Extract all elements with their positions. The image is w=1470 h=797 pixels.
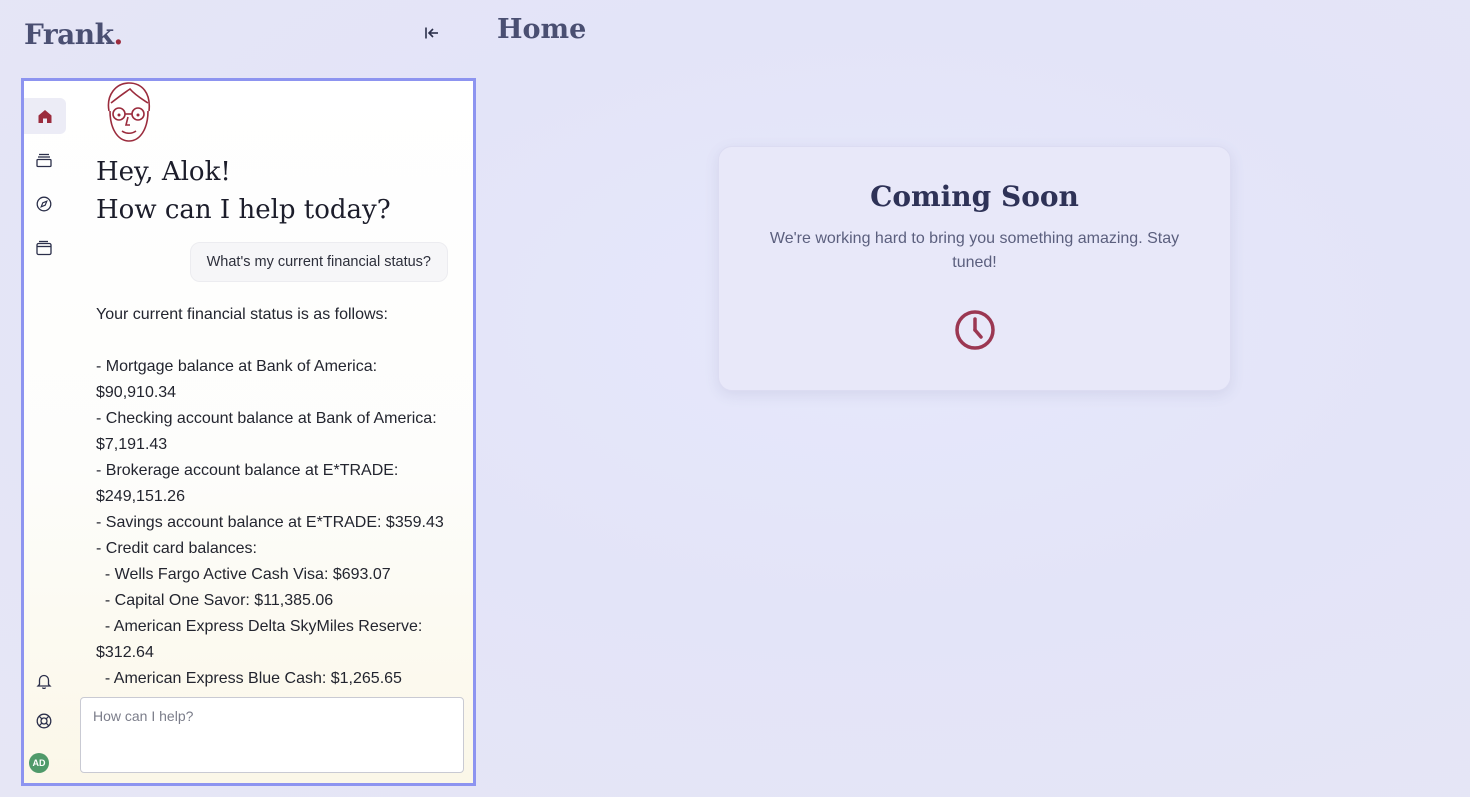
answer-line: - American Express Blue Cash: $1,265.65 [96, 670, 402, 687]
greeting-line-1: Hey, Alok! [96, 157, 231, 187]
greeting-line-2: How can I help today? [96, 195, 391, 225]
answer-line: - Capital One Savor: $11,385.06 [96, 592, 334, 609]
answer-line [96, 328, 456, 354]
page-title: Home [497, 14, 587, 45]
chat-input-box[interactable] [80, 697, 464, 773]
answer-line: - Wells Fargo Active Cash Visa: $693.07 [96, 566, 391, 583]
assistant-message: Your current financial status is as foll… [96, 302, 456, 691]
home-icon [38, 110, 52, 123]
chat-thread: Hey, Alok! How can I help today? What's … [96, 81, 456, 691]
answer-line: - Brokerage account balance at E*TRADE: … [96, 462, 403, 505]
answer-line: Your current financial status is as foll… [96, 306, 388, 323]
collapse-left-icon [425, 27, 438, 39]
sidebar-rail: AD [24, 81, 72, 783]
assistant-avatar-illustration [107, 82, 151, 142]
answer-line: - American Express Delta SkyMiles Reserv… [96, 618, 427, 661]
sidebar-item-home[interactable] [24, 98, 66, 134]
chat-input[interactable] [81, 698, 463, 772]
answer-line: - Mortgage balance at Bank of America: $… [96, 358, 382, 401]
app-logo[interactable]: Frank. [24, 18, 123, 51]
answer-line: - Credit card balances: [96, 540, 257, 557]
compass-icon [36, 196, 52, 212]
answer-line: - Savings account balance at E*TRADE: $3… [96, 514, 444, 531]
sidebar-item-help[interactable] [24, 703, 64, 739]
stack-icon [36, 153, 52, 168]
card-text: We're working hard to bring you somethin… [769, 230, 1180, 271]
coming-soon-card: Coming Soon We're working hard to bring … [718, 146, 1231, 391]
clock-icon [954, 310, 995, 350]
sidebar-item-wallet[interactable] [24, 230, 64, 266]
sidebar-item-explore[interactable] [24, 186, 64, 222]
greeting-heading: Hey, Alok! How can I help today? [96, 153, 456, 229]
wallet-icon [36, 240, 52, 256]
sidebar-item-accounts[interactable] [24, 142, 64, 178]
lifebuoy-icon [36, 713, 52, 729]
collapse-sidebar-button[interactable] [420, 22, 444, 44]
card-title: Coming Soon [870, 180, 1079, 213]
logo-text: Frank [24, 18, 114, 51]
sidebar-item-notifications[interactable] [24, 663, 64, 699]
assistant-panel: AD Hey, Alok! How can I help today? What… [21, 78, 476, 786]
bell-icon [36, 674, 52, 689]
logo-dot: . [113, 18, 124, 51]
user-message-bubble: What's my current financial status? [189, 242, 448, 282]
user-avatar[interactable]: AD [29, 753, 49, 773]
answer-line: - Checking account balance at Bank of Am… [96, 410, 442, 453]
